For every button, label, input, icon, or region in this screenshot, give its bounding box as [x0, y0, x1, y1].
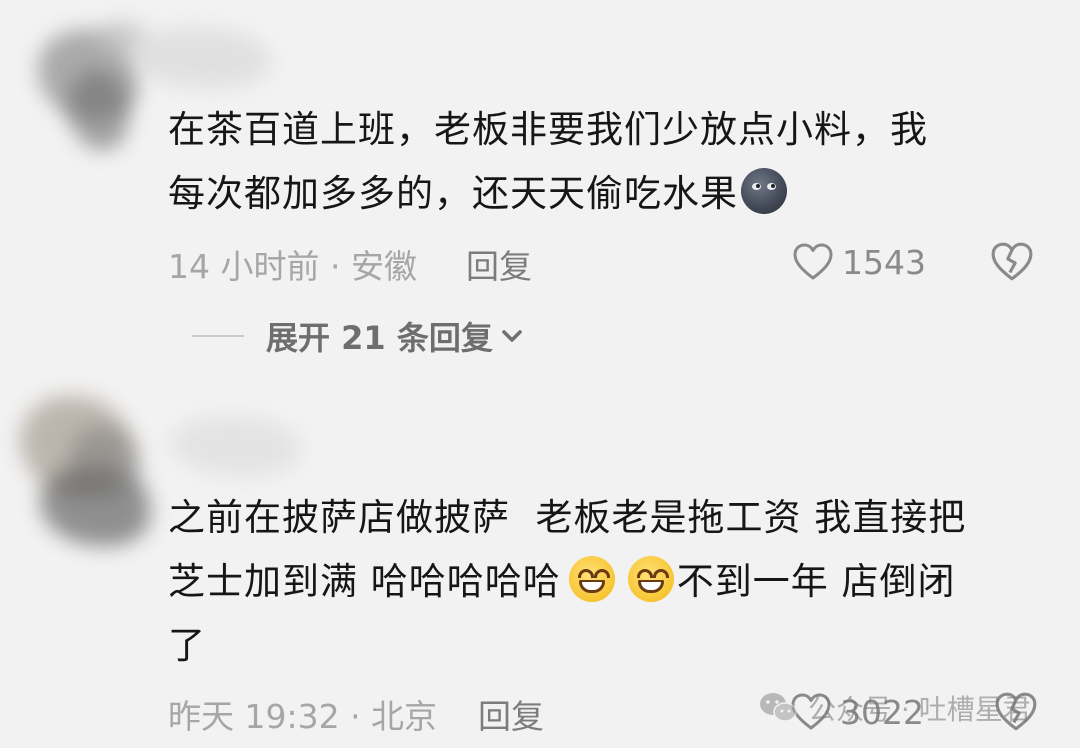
chevron-down-icon — [502, 330, 522, 342]
broken-heart-icon[interactable] — [990, 240, 1034, 284]
like-count: 1543 — [842, 242, 926, 282]
expand-replies-label: 展开 21 条回复 — [266, 319, 493, 357]
divider — [192, 335, 244, 337]
comment-meta: 14 小时前 · 安徽 — [168, 247, 417, 286]
grinning-face-emoji-icon — [627, 556, 674, 602]
expand-replies-button[interactable]: 展开 21 条回复 — [266, 313, 525, 359]
comment-text-line: 了 — [168, 624, 206, 667]
comment-text: 之前在披萨店做披萨 老板老是拖工资 我直接把 芝士加到满 哈哈哈哈哈 不到一年 店… — [168, 486, 1048, 678]
like-button[interactable]: 1543 — [792, 240, 926, 284]
watermark-text: 公众号 · 吐槽星君 — [808, 693, 1031, 726]
comment-text-line: 每次都加多多的，还天天偷吃水果 — [168, 162, 1048, 226]
avatar-decoration — [130, 18, 280, 98]
comment-text-line: 在茶百道上班，老板非要我们少放点小料，我 — [168, 108, 928, 151]
reply-button[interactable]: 回复 — [466, 240, 532, 288]
expand-replies-row: 展开 21 条回复 — [192, 314, 525, 358]
wechat-icon — [760, 693, 797, 722]
grinning-face-emoji-icon — [568, 556, 615, 602]
comment-meta: 昨天 19:32 · 北京 — [168, 697, 438, 736]
comment-text-line: 芝士加到满 哈哈哈哈哈 不到一年 店倒闭 — [168, 550, 1048, 614]
heart-icon — [793, 243, 833, 280]
avatar-decoration — [170, 416, 310, 486]
new-moon-face-emoji-icon — [741, 168, 787, 214]
comment-text-line: 之前在披萨店做披萨 老板老是拖工资 我直接把 — [168, 496, 967, 539]
comment-item: 在茶百道上班，老板非要我们少放点小料，我 每次都加多多的，还天天偷吃水果 14 … — [0, 0, 1080, 380]
comment-text: 在茶百道上班，老板非要我们少放点小料，我 每次都加多多的，还天天偷吃水果 — [168, 98, 1048, 226]
avatar[interactable] — [10, 386, 160, 566]
watermark: 公众号 · 吐槽星君 — [758, 688, 1031, 728]
reply-button[interactable]: 回复 — [478, 690, 544, 738]
